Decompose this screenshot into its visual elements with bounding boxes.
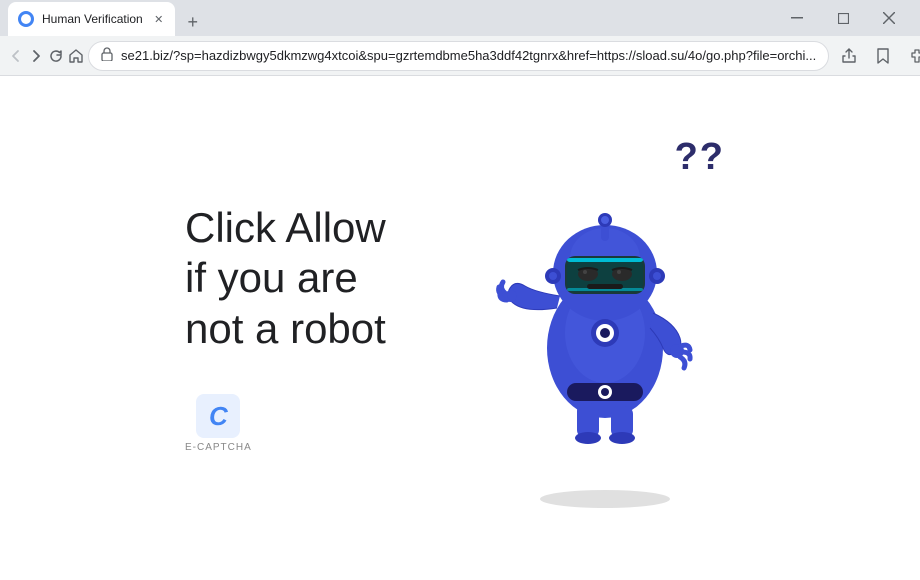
share-button[interactable] <box>833 40 865 72</box>
captcha-c-icon: C <box>196 394 240 438</box>
captcha-logo: C E-CAPTCHA <box>185 394 252 453</box>
minimize-button[interactable] <box>774 2 820 34</box>
tab-favicon <box>18 11 34 27</box>
toolbar: se21.biz/?sp=hazdizbwgy5dkmzwg4xtcoi&spu… <box>0 36 920 76</box>
bookmark-button[interactable] <box>867 40 899 72</box>
back-button[interactable] <box>8 40 24 72</box>
page-content: Click Allow if you are not a robot C E-C… <box>0 76 920 580</box>
robot-shadow <box>540 490 670 508</box>
reload-button[interactable] <box>48 40 64 72</box>
content-area: Click Allow if you are not a robot C E-C… <box>0 76 920 580</box>
window-controls <box>774 2 912 34</box>
browser-frame: Human Verification ✕ + <box>0 0 920 580</box>
address-bar[interactable]: se21.biz/?sp=hazdizbwgy5dkmzwg4xtcoi&spu… <box>88 41 829 71</box>
tab-area: Human Verification ✕ + <box>8 0 774 36</box>
extensions-button[interactable] <box>901 40 920 72</box>
toolbar-actions <box>833 40 920 72</box>
title-bar: Human Verification ✕ + <box>0 0 920 36</box>
main-heading: Click Allow if you are not a robot <box>185 203 415 354</box>
close-button[interactable] <box>866 2 912 34</box>
captcha-c-letter: C <box>209 401 228 432</box>
tab-close-button[interactable]: ✕ <box>151 11 167 27</box>
robot-image <box>495 148 715 488</box>
new-tab-button[interactable]: + <box>179 8 207 36</box>
tab-label: Human Verification <box>42 12 143 26</box>
address-text: se21.biz/?sp=hazdizbwgy5dkmzwg4xtcoi&spu… <box>121 48 816 63</box>
lock-icon <box>101 47 113 64</box>
maximize-button[interactable] <box>820 2 866 34</box>
active-tab[interactable]: Human Verification ✕ <box>8 2 175 36</box>
home-button[interactable] <box>68 40 84 72</box>
left-section: Click Allow if you are not a robot C E-C… <box>185 203 415 453</box>
robot-illustration: ?? <box>475 148 735 508</box>
captcha-label: E-CAPTCHA <box>185 442 252 453</box>
forward-button[interactable] <box>28 40 44 72</box>
